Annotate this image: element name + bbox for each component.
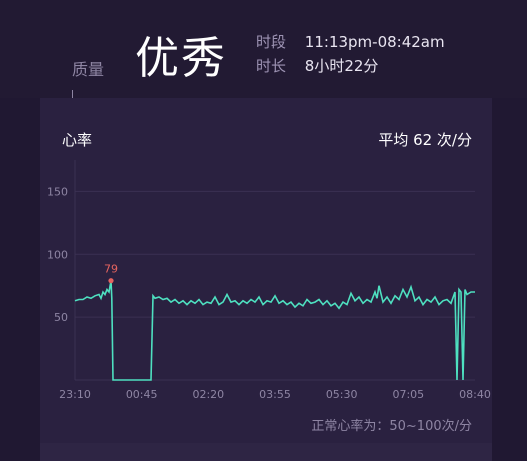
- sleep-summary-header: 质量 优秀 时段 11:13pm-08:42am 时长 8小时22分: [0, 0, 527, 98]
- x-tick-label: 02:20: [192, 388, 224, 401]
- normal-range-note: 正常心率为：50~100次/分: [311, 419, 472, 434]
- x-tick-label: 05:30: [326, 388, 358, 401]
- quality-value: 优秀: [135, 33, 227, 84]
- period-label: 时段: [256, 33, 287, 51]
- x-tick-label: 23:10: [59, 388, 91, 401]
- duration-value: 8小时22分: [304, 57, 379, 75]
- heart-rate-chart: 150 100 50 23:10 00:45 02:20 03:55 05:30 07:05 0…: [47, 160, 491, 401]
- left-margin: [0, 98, 40, 461]
- period-value: 11:13pm-08:42am: [304, 33, 445, 51]
- x-tick-label: 00:45: [126, 388, 158, 401]
- y-axis-labels: 150 100 50: [47, 185, 68, 324]
- duration-row: 时长 8小时22分: [256, 55, 378, 76]
- quality-label: 质量: [72, 60, 105, 79]
- heart-rate-line: [74, 280, 475, 381]
- bottom-panel: [40, 443, 492, 461]
- y-tick-label: 100: [47, 248, 68, 261]
- x-tick-label: 08:40: [459, 388, 491, 401]
- x-axis-labels: 23:10 00:45 02:20 03:55 05:30 07:05 08:40: [59, 388, 491, 401]
- chart-grid: [74, 160, 475, 381]
- heart-rate-card[interactable]: 心率 平均 62 次/分 150 100 50 23:10 00:45 02:20 03:…: [40, 98, 492, 443]
- duration-label: 时长: [256, 57, 287, 75]
- peak-marker: [108, 278, 114, 284]
- peak-value-label: 79: [104, 263, 118, 276]
- period-row: 时段 11:13pm-08:42am: [256, 31, 445, 52]
- right-margin: [492, 98, 527, 461]
- divider-tick: [72, 90, 73, 98]
- x-tick-label: 07:05: [392, 388, 424, 401]
- y-tick-label: 150: [47, 185, 68, 198]
- y-tick-label: 50: [54, 311, 68, 324]
- x-tick-label: 03:55: [259, 388, 291, 401]
